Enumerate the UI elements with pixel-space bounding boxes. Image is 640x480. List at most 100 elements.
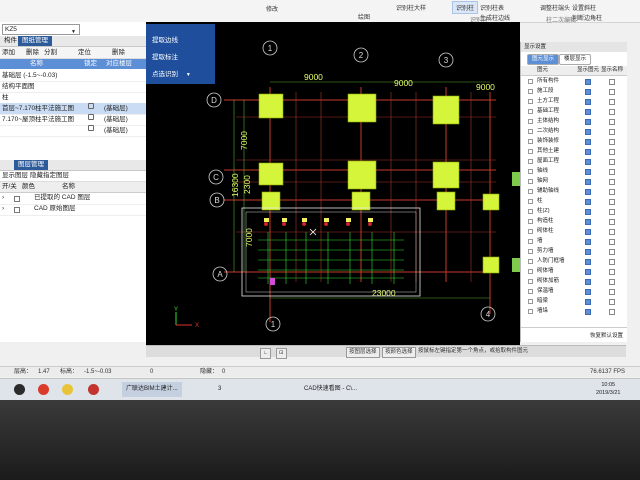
show-element-checkbox[interactable] [585, 269, 591, 275]
display-item-row[interactable]: 保温墙 [521, 287, 627, 295]
show-element-checkbox[interactable] [585, 249, 591, 255]
netease-icon[interactable] [38, 384, 49, 395]
display-item-row[interactable]: 砌体墙 [521, 267, 627, 275]
point-identify-button[interactable]: 点选识别 ▼ [152, 68, 191, 78]
display-item-row[interactable]: 人防门框墙 [521, 257, 627, 265]
show-name-checkbox[interactable] [609, 109, 615, 115]
display-item-row[interactable]: 构造柱 [521, 217, 627, 225]
display-item-row[interactable]: 砌体加筋 [521, 277, 627, 285]
layer-row[interactable]: › CAD 原始图层 [0, 204, 146, 216]
display-item-row[interactable]: 砌体柱 [521, 227, 627, 235]
show-name-checkbox[interactable] [609, 259, 615, 265]
display-item-row[interactable]: 墙垛 [521, 307, 627, 315]
expand-icon[interactable]: › [2, 193, 4, 203]
extract-label-button[interactable]: 提取标注 [152, 51, 178, 61]
tab-layer-management[interactable]: 图层管理 [14, 160, 48, 170]
taskbar-glodon[interactable]: 广联达BIM土建计... [122, 382, 182, 397]
show-element-checkbox[interactable] [585, 189, 591, 195]
expand-icon[interactable] [528, 109, 533, 114]
show-name-checkbox[interactable] [609, 299, 615, 305]
clock[interactable]: 10:05 2019/3/21 [596, 381, 620, 397]
tab-drawing-management[interactable]: 图纸管理 [18, 36, 52, 46]
browser-icon[interactable] [88, 384, 99, 395]
expand-icon[interactable] [528, 279, 533, 284]
ribbon-identify-column[interactable]: 识别柱 [452, 1, 479, 14]
expand-icon[interactable] [528, 289, 533, 294]
tab-element-display[interactable]: 图元显示 [527, 54, 560, 65]
expand-icon[interactable] [528, 159, 533, 164]
display-item-row[interactable]: 基础工程 [521, 107, 627, 115]
show-name-checkbox[interactable] [609, 209, 615, 215]
show-name-checkbox[interactable] [609, 129, 615, 135]
expand-icon[interactable] [528, 299, 533, 304]
display-item-row[interactable]: 轴线 [521, 167, 627, 175]
select-by-layer-button[interactable]: 按图层选择 [346, 347, 380, 358]
expand-icon[interactable] [528, 269, 533, 274]
show-element-checkbox[interactable] [585, 209, 591, 215]
show-name-checkbox[interactable] [609, 199, 615, 205]
expand-icon[interactable] [528, 229, 533, 234]
split-button[interactable]: 分割 [44, 48, 57, 57]
show-element-checkbox[interactable] [585, 259, 591, 265]
show-element-checkbox[interactable] [585, 159, 591, 165]
show-element-checkbox[interactable] [585, 149, 591, 155]
show-element-checkbox[interactable] [585, 309, 591, 315]
expand-icon[interactable] [528, 119, 533, 124]
show-name-checkbox[interactable] [609, 139, 615, 145]
taskbar-cad-viewer[interactable]: CAD快速看图 - C\... [300, 382, 361, 397]
display-item-row[interactable]: 辅助轴线 [521, 187, 627, 195]
delete-button[interactable]: 删除 [26, 48, 39, 57]
show-name-checkbox[interactable] [609, 219, 615, 225]
show-name-checkbox[interactable] [609, 99, 615, 105]
display-item-row[interactable]: 二次结构 [521, 127, 627, 135]
show-element-checkbox[interactable] [585, 89, 591, 95]
show-element-checkbox[interactable] [585, 279, 591, 285]
select-by-color-button[interactable]: 按颜色选择 [382, 347, 416, 358]
wechat-icon[interactable] [62, 384, 73, 395]
show-name-checkbox[interactable] [609, 79, 615, 85]
show-element-checkbox[interactable] [585, 179, 591, 185]
display-item-row[interactable]: 柱 [521, 197, 627, 205]
expand-icon[interactable] [528, 259, 533, 264]
expand-icon[interactable] [528, 239, 533, 244]
show-element-checkbox[interactable] [585, 79, 591, 85]
expand-icon[interactable] [528, 249, 533, 254]
expand-icon[interactable] [528, 209, 533, 214]
display-item-row[interactable]: 剪力墙 [521, 247, 627, 255]
expand-icon[interactable] [528, 199, 533, 204]
display-item-row[interactable]: 墙 [521, 237, 627, 245]
show-element-checkbox[interactable] [585, 239, 591, 245]
show-element-checkbox[interactable] [585, 99, 591, 105]
display-item-row[interactable]: 装饰装修 [521, 137, 627, 145]
show-element-checkbox[interactable] [585, 139, 591, 145]
display-item-row[interactable]: 其他土建 [521, 147, 627, 155]
show-name-checkbox[interactable] [609, 189, 615, 195]
expand-icon[interactable]: › [2, 204, 4, 214]
expand-icon[interactable] [528, 79, 533, 84]
qq-icon[interactable] [14, 384, 25, 395]
show-name-checkbox[interactable] [609, 279, 615, 285]
show-name-checkbox[interactable] [609, 249, 615, 255]
show-name-checkbox[interactable] [609, 159, 615, 165]
show-element-checkbox[interactable] [585, 119, 591, 125]
display-item-row[interactable]: 轴网 [521, 177, 627, 185]
add-button[interactable]: 添加 [2, 48, 15, 57]
show-element-checkbox[interactable] [585, 289, 591, 295]
show-name-checkbox[interactable] [609, 269, 615, 275]
show-layer-button[interactable]: 显示图层 [2, 171, 28, 181]
expand-icon[interactable] [528, 149, 533, 154]
display-item-row[interactable]: 柱(Z) [521, 207, 627, 215]
show-name-checkbox[interactable] [609, 89, 615, 95]
locate-button[interactable]: 定位 [78, 48, 91, 57]
display-item-row[interactable]: 施工段 [521, 87, 627, 95]
show-name-checkbox[interactable] [609, 309, 615, 315]
ribbon-modify[interactable]: 修改 [262, 2, 282, 15]
show-element-checkbox[interactable] [585, 299, 591, 305]
show-name-checkbox[interactable] [609, 229, 615, 235]
taskbar-folder[interactable]: 3 [214, 382, 225, 397]
show-element-checkbox[interactable] [585, 199, 591, 205]
expand-icon[interactable] [528, 219, 533, 224]
component-combo[interactable]: KZ5 ▼ [2, 24, 80, 35]
remove-button[interactable]: 删除 [112, 48, 125, 57]
display-item-row[interactable]: 屋面工程 [521, 157, 627, 165]
